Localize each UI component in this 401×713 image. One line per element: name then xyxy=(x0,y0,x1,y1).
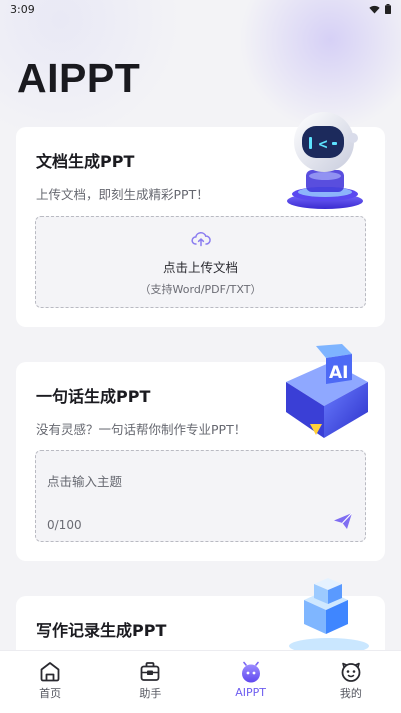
nav-label: 我的 xyxy=(339,687,362,700)
home-icon xyxy=(40,662,60,682)
cube-stack-illustration xyxy=(289,578,369,650)
record-card-title: 写作记录生成PPT xyxy=(36,621,167,640)
battery-icon xyxy=(385,4,391,14)
nav-item-aippt[interactable]: AIPPT xyxy=(201,651,301,713)
upload-format-hint: （支持Word/PDF/TXT） xyxy=(139,283,262,296)
nav-item-profile[interactable]: 我的 xyxy=(301,651,401,713)
upload-label: 点击上传文档 xyxy=(162,260,238,275)
nav-label: AIPPT xyxy=(235,686,266,699)
sentence-card-title: 一句话生成PPT xyxy=(36,387,151,406)
ai-cube-illustration: AI xyxy=(286,344,368,438)
status-bar: 3:09 xyxy=(0,0,401,18)
page-title: AIPPT xyxy=(17,55,141,101)
sentence-card-subtitle: 没有灵感？一句话帮你制作专业PPT！ xyxy=(36,422,247,437)
nav-label: 首页 xyxy=(39,687,62,700)
profile-icon xyxy=(341,662,361,682)
status-time: 3:09 xyxy=(10,2,35,16)
doc-card-title: 文档生成PPT xyxy=(36,152,135,171)
assistant-icon xyxy=(140,662,160,681)
wifi-icon xyxy=(369,5,380,14)
character-counter: 0/100 xyxy=(47,518,82,532)
aippt-icon xyxy=(241,661,260,683)
topic-input-box[interactable]: 点击输入主题 0/100 xyxy=(35,450,366,542)
nav-label: 助手 xyxy=(139,687,162,700)
bottom-nav: 首页 助手 AIPPT 我的 xyxy=(0,650,401,713)
svg-text:AI: AI xyxy=(329,363,348,383)
svg-text:<: < xyxy=(318,135,327,153)
send-icon[interactable] xyxy=(333,512,353,530)
nav-item-home[interactable]: 首页 xyxy=(0,651,100,713)
status-icons xyxy=(369,4,391,14)
upload-document-button[interactable]: 点击上传文档 （支持Word/PDF/TXT） xyxy=(35,216,366,308)
topic-input[interactable]: 点击输入主题 xyxy=(47,471,347,490)
nav-item-assistant[interactable]: 助手 xyxy=(100,651,200,713)
cloud-upload-icon xyxy=(191,232,211,247)
robot-illustration: < xyxy=(287,112,363,209)
doc-card-subtitle: 上传文档，即刻生成精彩PPT！ xyxy=(36,187,209,202)
